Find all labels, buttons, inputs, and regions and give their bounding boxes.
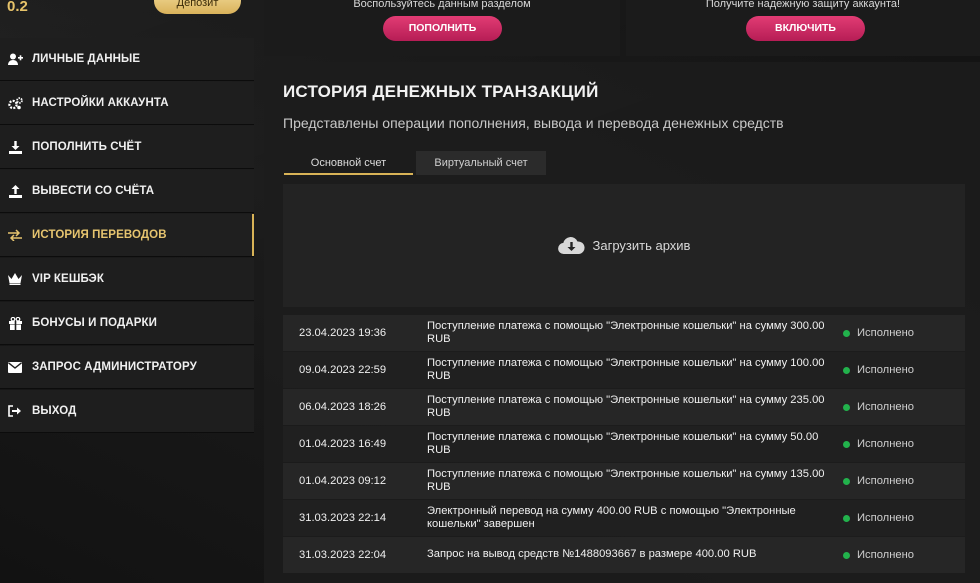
- status-badge: Исполнено: [843, 512, 914, 524]
- status-dot-icon: [843, 551, 850, 559]
- status-dot-icon: [843, 514, 850, 522]
- sidebar-item-label: ВЫХОД: [32, 405, 77, 417]
- deposit-button[interactable]: Депозит: [154, 0, 241, 14]
- transaction-date: 01.04.2023 16:49: [299, 438, 387, 450]
- page-title: ИСТОРИЯ ДЕНЕЖНЫХ ТРАНЗАКЦИЙ: [283, 82, 599, 101]
- status-dot-icon: [843, 440, 850, 448]
- sidebar-item-label: ПОПОЛНИТЬ СЧЁТ: [32, 141, 142, 153]
- table-row: 31.03.2023 22:04 Запрос на вывод средств…: [283, 537, 965, 573]
- security-card-text: Получите надежную защиту аккаунта!: [705, 0, 901, 10]
- sidebar-item-admin-request[interactable]: ЗАПРОС АДМИНИСТРАТОРУ: [0, 346, 254, 389]
- transaction-description: Поступление платежа с помощью "Электронн…: [427, 467, 825, 494]
- transaction-date: 31.03.2023 22:14: [299, 512, 387, 524]
- sidebar-item-personal-data[interactable]: ЛИЧНЫЕ ДАННЫЕ: [0, 38, 254, 81]
- download-archive-label: Загрузить архив: [592, 238, 691, 253]
- sidebar-item-label: ВЫВЕСТИ СО СЧЁТА: [32, 185, 155, 197]
- page-subtitle: Представлены операции пополнения, вывода…: [283, 115, 784, 131]
- sidebar-item-label: VIP КЕШБЭК: [32, 273, 104, 285]
- status-dot-icon: [843, 329, 850, 337]
- sidebar-item-account-settings[interactable]: НАСТРОЙКИ АККАУНТА: [0, 82, 254, 125]
- sidebar-item-withdraw[interactable]: ВЫВЕСТИ СО СЧЁТА: [0, 170, 254, 213]
- status-badge: Исполнено: [843, 401, 914, 413]
- download-icon: [7, 139, 23, 155]
- transaction-date: 31.03.2023 22:04: [299, 549, 387, 561]
- sidebar-item-vip-cashback[interactable]: VIP КЕШБЭК: [0, 258, 254, 301]
- user-plus-icon: [7, 51, 23, 67]
- gears-icon: [7, 95, 23, 111]
- sidebar-item-label: ЛИЧНЫЕ ДАННЫЕ: [32, 53, 141, 65]
- transfer-arrows-icon: [7, 227, 23, 243]
- status-text: Исполнено: [857, 512, 914, 524]
- status-badge: Исполнено: [843, 364, 914, 376]
- transaction-date: 01.04.2023 09:12: [299, 475, 387, 487]
- sidebar-item-label: НАСТРОЙКИ АККАУНТА: [32, 97, 169, 109]
- table-row: 01.04.2023 16:49 Поступление платежа с п…: [283, 426, 965, 462]
- deposit-card: Воспользуйтесь данным разделом ПОПОЛНИТЬ: [264, 0, 620, 56]
- transaction-description: Поступление платежа с помощью "Электронн…: [427, 319, 825, 346]
- transactions-table: 23.04.2023 19:36 Поступление платежа с п…: [283, 315, 965, 574]
- balance-value: 0.2: [7, 0, 28, 15]
- cloud-download-icon: [557, 236, 585, 255]
- transaction-description: Поступление платежа с помощью "Электронн…: [427, 393, 825, 420]
- status-text: Исполнено: [857, 401, 914, 413]
- transaction-description: Запрос на вывод средств №1488093667 в ра…: [427, 548, 757, 561]
- transaction-date: 06.04.2023 18:26: [299, 401, 387, 413]
- sidebar-item-bonuses[interactable]: БОНУСЫ И ПОДАРКИ: [0, 302, 254, 345]
- sidebar-item-label: ИСТОРИЯ ПЕРЕВОДОВ: [32, 229, 167, 241]
- table-row: 06.04.2023 18:26 Поступление платежа с п…: [283, 389, 965, 425]
- status-dot-icon: [843, 477, 850, 485]
- sidebar-item-label: ЗАПРОС АДМИНИСТРАТОРУ: [32, 361, 197, 373]
- status-badge: Исполнено: [843, 475, 914, 487]
- transaction-description: Электронный перевод на сумму 400.00 RUB …: [427, 504, 796, 531]
- status-text: Исполнено: [857, 475, 914, 487]
- sidebar-item-transfer-history[interactable]: ИСТОРИЯ ПЕРЕВОДОВ: [0, 214, 254, 257]
- transaction-date: 09.04.2023 22:59: [299, 364, 387, 376]
- security-card: Получите надежную защиту аккаунта! ВКЛЮЧ…: [626, 0, 980, 56]
- top-up-button[interactable]: ПОПОЛНИТЬ: [383, 16, 502, 41]
- status-badge: Исполнено: [843, 327, 914, 339]
- transaction-date: 23.04.2023 19:36: [299, 327, 387, 339]
- table-row: 01.04.2023 09:12 Поступление платежа с п…: [283, 463, 965, 499]
- status-dot-icon: [843, 403, 850, 411]
- status-text: Исполнено: [857, 327, 914, 339]
- enable-button[interactable]: ВКЛЮЧИТЬ: [746, 16, 865, 41]
- gift-icon: [7, 315, 23, 331]
- status-dot-icon: [843, 366, 850, 374]
- status-text: Исполнено: [857, 549, 914, 561]
- tab-virtual-account[interactable]: Виртуальный счет: [416, 151, 546, 175]
- table-row: 23.04.2023 19:36 Поступление платежа с п…: [283, 315, 965, 351]
- transaction-description: Поступление платежа с помощью "Электронн…: [427, 356, 825, 383]
- status-badge: Исполнено: [843, 438, 914, 450]
- transaction-history-panel: ИСТОРИЯ ДЕНЕЖНЫХ ТРАНЗАКЦИЙ Представлены…: [264, 62, 980, 583]
- table-row: 09.04.2023 22:59 Поступление платежа с п…: [283, 352, 965, 388]
- status-text: Исполнено: [857, 364, 914, 376]
- status-text: Исполнено: [857, 438, 914, 450]
- crown-icon: [7, 271, 23, 287]
- download-archive-button[interactable]: Загрузить архив: [283, 184, 965, 307]
- status-badge: Исполнено: [843, 549, 914, 561]
- tab-main-account[interactable]: Основной счет: [284, 151, 413, 175]
- sidebar-menu: ЛИЧНЫЕ ДАННЫЕ НАСТРОЙКИ АККАУНТА ПОПОЛНИ…: [0, 38, 254, 434]
- envelope-icon: [7, 359, 23, 375]
- table-row: 31.03.2023 22:14 Электронный перевод на …: [283, 500, 965, 536]
- sidebar-item-top-up[interactable]: ПОПОЛНИТЬ СЧЁТ: [0, 126, 254, 169]
- transaction-description: Поступление платежа с помощью "Электронн…: [427, 430, 819, 457]
- sidebar-item-logout[interactable]: ВЫХОД: [0, 390, 254, 433]
- sign-out-icon: [7, 403, 23, 419]
- upload-icon: [7, 183, 23, 199]
- deposit-card-text: Воспользуйтесь данным разделом: [353, 0, 531, 10]
- sidebar-item-label: БОНУСЫ И ПОДАРКИ: [32, 317, 158, 329]
